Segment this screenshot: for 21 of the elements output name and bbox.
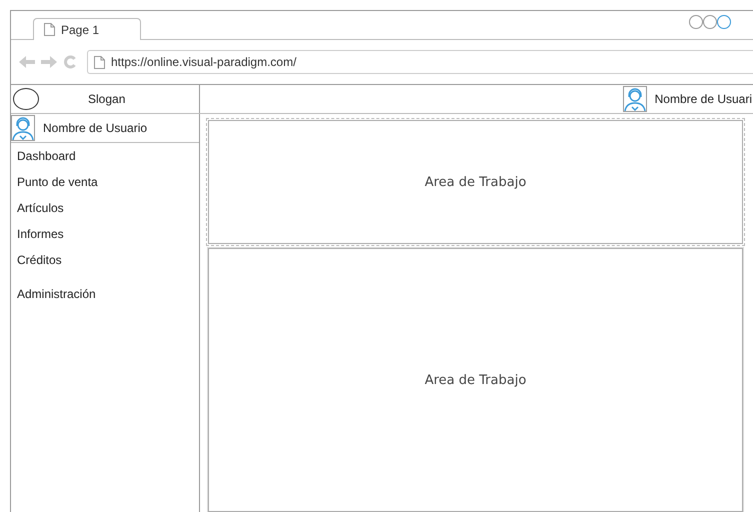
nav-item[interactable]: Artículos <box>11 195 199 221</box>
slogan: Slogan <box>88 92 126 106</box>
user-avatar-icon <box>624 87 646 111</box>
nav-item[interactable]: Créditos <box>11 247 199 273</box>
page-icon <box>44 23 55 36</box>
nav-item[interactable]: Dashboard <box>11 143 199 169</box>
back-icon[interactable] <box>19 56 35 68</box>
user-name: Nombre de Usuario <box>43 121 148 135</box>
nav-item[interactable]: Informes <box>11 221 199 247</box>
logo-circle <box>13 88 39 110</box>
address-field[interactable]: https://online.visual-paradigm.com/ <box>87 50 753 74</box>
work-area-label: Area de Trabajo <box>424 372 526 388</box>
nav-item[interactable]: Punto de venta <box>11 169 199 195</box>
user-name: Nombre de Usuari <box>654 92 752 106</box>
nav-item[interactable]: Administración <box>11 273 199 307</box>
work-area-label: Area de Trabajo <box>424 174 526 190</box>
page-icon <box>94 56 105 68</box>
reload-icon[interactable] <box>63 55 77 69</box>
forward-icon[interactable] <box>41 56 57 68</box>
browser-tab[interactable]: Page 1 <box>33 18 141 40</box>
user-avatar-icon <box>12 116 34 140</box>
